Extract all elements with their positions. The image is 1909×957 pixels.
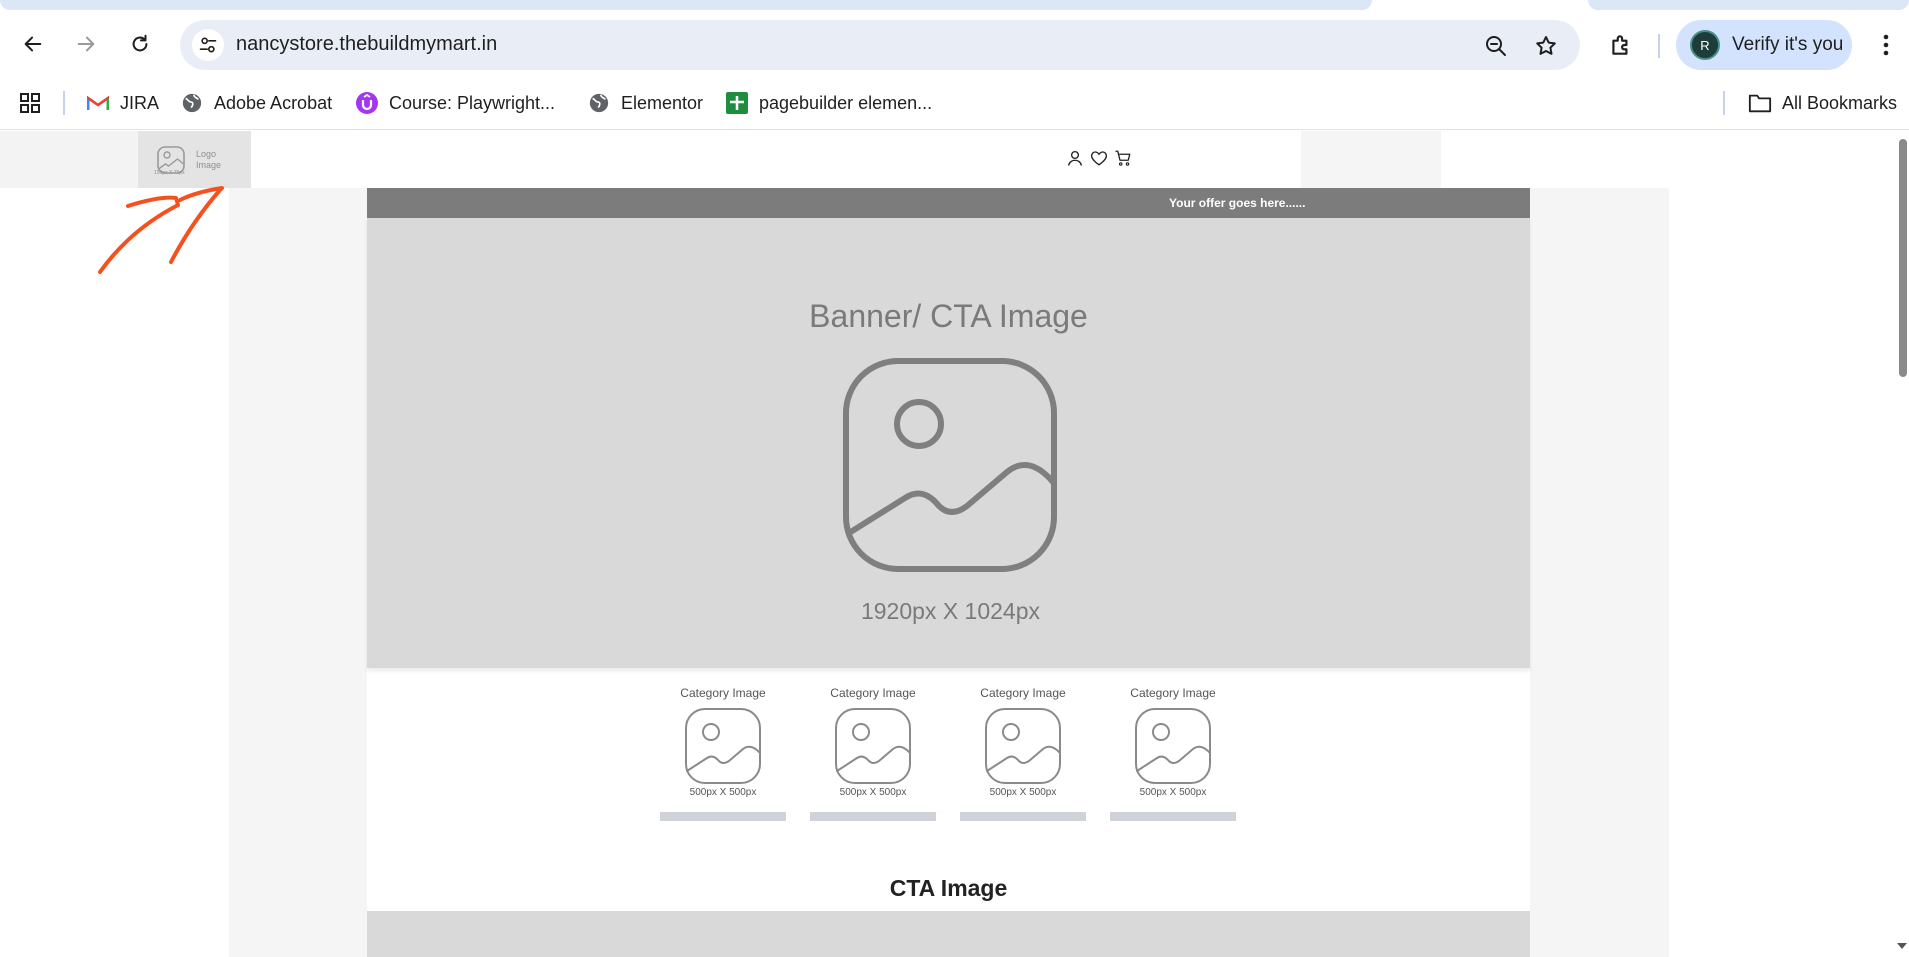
logo-text-line: Image	[196, 159, 222, 170]
bookmark-label: Elementor	[621, 92, 704, 113]
image-placeholder-icon	[835, 708, 911, 784]
toolbar-separator	[1658, 34, 1660, 58]
category-card[interactable]: Category Image 500px X 500px	[810, 686, 936, 821]
bookmark-elementor[interactable]: Elementor	[587, 86, 703, 120]
browser-toolbar: nancystore.thebuildmymart.in R Verify it…	[0, 10, 1909, 78]
category-dimensions: 500px X 500px	[839, 787, 907, 798]
header-icons	[1066, 149, 1132, 167]
bookmark-label: Adobe Acrobat	[214, 92, 333, 113]
site-info-button[interactable]	[192, 29, 224, 61]
tune-icon	[199, 37, 217, 53]
reload-button[interactable]	[122, 26, 158, 62]
category-title: Category Image	[680, 686, 766, 700]
scrollbar-thumb[interactable]	[1899, 139, 1907, 377]
page-viewport: Logo Image 150px X 75px Your offer goes …	[0, 131, 1909, 957]
banner-title: Banner/ CTA Image	[809, 298, 1088, 334]
star-icon	[1536, 36, 1556, 55]
cta-image[interactable]	[367, 911, 1530, 957]
all-bookmarks-label: All Bookmarks	[1782, 92, 1898, 113]
tab-background[interactable]	[0, 0, 1372, 10]
offer-bar: Your offer goes here......	[367, 188, 1530, 218]
heart-icon[interactable]	[1090, 149, 1108, 167]
category-label-bar	[960, 812, 1086, 821]
reload-icon	[132, 34, 148, 52]
udemy-icon	[355, 91, 379, 115]
bookmark-pagebuilder[interactable]: pagebuilder elemen...	[725, 86, 932, 120]
image-placeholder-icon	[985, 708, 1061, 784]
arrow-left-icon	[24, 36, 42, 52]
bookmark-label: pagebuilder elemen...	[759, 92, 933, 113]
category-title: Category Image	[1130, 686, 1216, 700]
back-button[interactable]	[15, 26, 51, 62]
bookmark-label: JIRA	[120, 92, 160, 113]
logo-text: Logo Image	[196, 149, 221, 171]
tab-background[interactable]	[1588, 0, 1909, 10]
scroll-down-arrow[interactable]	[1897, 943, 1907, 949]
page-side-gutter	[1530, 188, 1669, 957]
cta-title: CTA Image	[889, 875, 1008, 901]
bookmark-jira[interactable]: JIRA	[86, 86, 159, 120]
scrollbar[interactable]	[1895, 131, 1909, 957]
bookmark-adobe-acrobat[interactable]: Adobe Acrobat	[180, 86, 332, 120]
logo-size-label: 150px X 75px	[154, 170, 185, 176]
zoom-out-icon	[1486, 36, 1506, 56]
bookmark-course-playwright[interactable]: Course: Playwright...	[355, 86, 555, 120]
category-title: Category Image	[980, 686, 1066, 700]
banner-cta-image[interactable]: Banner/ CTA Image 1920px X 1024px	[367, 218, 1530, 668]
image-placeholder-icon	[685, 708, 761, 784]
category-dimensions: 500px X 500px	[689, 787, 757, 798]
logo-text-line: Logo	[196, 148, 217, 159]
puzzle-icon	[1612, 35, 1628, 55]
zoom-button[interactable]	[1482, 32, 1510, 60]
tab-strip	[0, 0, 1909, 10]
bookmark-star-button[interactable]	[1532, 32, 1560, 60]
forward-button[interactable]	[68, 26, 104, 62]
category-dimensions: 500px X 500px	[1139, 787, 1207, 798]
gmail-icon	[86, 91, 110, 115]
category-dimensions: 500px X 500px	[989, 787, 1057, 798]
cart-icon[interactable]	[1114, 149, 1132, 167]
image-placeholder-icon	[1135, 708, 1211, 784]
extensions-button[interactable]	[1603, 27, 1639, 63]
bookmarks-bar: JIRA Adobe Acrobat Course: Playwright...…	[0, 78, 1909, 130]
banner-dimensions: 1920px X 1024px	[860, 598, 1041, 624]
profile-label: Verify it's you	[1732, 34, 1844, 55]
image-placeholder-icon	[843, 358, 1057, 572]
profile-chip[interactable]: R Verify it's you	[1676, 20, 1852, 70]
all-bookmarks-button[interactable]: All Bookmarks	[1748, 86, 1897, 120]
site-logo[interactable]: Logo Image 150px X 75px	[138, 131, 251, 188]
bookmarks-separator	[63, 91, 65, 115]
category-label-bar	[1110, 812, 1236, 821]
folder-icon	[1748, 91, 1772, 115]
category-title: Category Image	[830, 686, 916, 700]
category-card[interactable]: Category Image 500px X 500px	[1110, 686, 1236, 821]
bookmarks-separator	[1723, 91, 1725, 115]
arrow-right-icon	[77, 36, 95, 52]
sheets-icon	[725, 91, 749, 115]
kebab-menu-icon	[1883, 34, 1889, 56]
bookmark-label: Course: Playwright...	[389, 92, 556, 113]
category-label-bar	[810, 812, 936, 821]
offer-text: Your offer goes here......	[1169, 196, 1306, 210]
header-right-block	[1301, 131, 1441, 188]
globe-icon	[587, 91, 611, 115]
apps-grid-icon	[20, 93, 40, 113]
user-icon[interactable]	[1066, 149, 1084, 167]
category-card[interactable]: Category Image 500px X 500px	[960, 686, 1086, 821]
address-bar[interactable]: nancystore.thebuildmymart.in	[180, 20, 1580, 70]
page-side-gutter	[229, 188, 367, 957]
avatar: R	[1690, 30, 1720, 60]
globe-icon	[180, 91, 204, 115]
url-text[interactable]: nancystore.thebuildmymart.in	[236, 33, 497, 56]
category-label-bar	[660, 812, 786, 821]
apps-button[interactable]	[18, 86, 42, 120]
menu-button[interactable]	[1868, 27, 1904, 63]
category-card[interactable]: Category Image 500px X 500px	[660, 686, 786, 821]
